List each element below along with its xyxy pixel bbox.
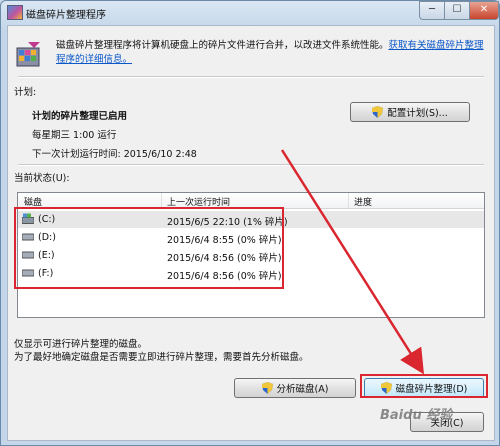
drive-icon bbox=[22, 251, 34, 259]
shield-icon bbox=[261, 382, 273, 394]
disk-row-d[interactable]: (D:) 2015/6/4 8:55 (0% 碎片) bbox=[18, 229, 484, 246]
schedule-frequency: 每星期三 1:00 运行 bbox=[32, 130, 117, 141]
last-run-time: 2015/6/5 22:10 (1% 碎片) bbox=[167, 217, 288, 228]
last-run-time: 2015/6/4 8:56 (0% 碎片) bbox=[167, 271, 282, 282]
disk-list[interactable]: 磁盘 上一次运行时间 进度 (C:) 2015/6/5 22:10 (1% 碎片… bbox=[17, 192, 485, 318]
window-title: 磁盘碎片整理程序 bbox=[26, 10, 106, 21]
configure-schedule-button[interactable]: 配置计划(S)... bbox=[350, 102, 470, 122]
disk-name: (C:) bbox=[38, 214, 56, 225]
close-window-button[interactable]: ✕ bbox=[469, 1, 499, 20]
maximize-button[interactable]: ☐ bbox=[444, 1, 470, 20]
drive-icon bbox=[22, 269, 34, 277]
defragment-disk-button[interactable]: 磁盘碎片整理(D) bbox=[364, 378, 484, 398]
title-bar[interactable]: 磁盘碎片整理程序 ─ ☐ ✕ bbox=[1, 1, 499, 23]
disk-row-c[interactable]: (C:) 2015/6/5 22:10 (1% 碎片) bbox=[18, 211, 484, 228]
current-status-label: 当前状态(U): bbox=[14, 173, 70, 184]
defrag-app-icon bbox=[7, 5, 23, 20]
intro-text: 磁盘碎片整理程序将计算机硬盘上的碎片文件进行合并，以改进文件系统性能。获取有关磁… bbox=[56, 40, 484, 65]
disk-name: (E:) bbox=[38, 250, 55, 261]
column-divider bbox=[161, 193, 162, 208]
column-divider bbox=[348, 193, 349, 208]
shield-icon bbox=[372, 106, 384, 118]
last-run-time: 2015/6/4 8:56 (0% 碎片) bbox=[167, 253, 282, 264]
watermark: Baidu 经验 bbox=[380, 408, 453, 423]
analyze-disk-button[interactable]: 分析磁盘(A) bbox=[234, 378, 356, 398]
drive-icon bbox=[22, 233, 34, 241]
next-run-time: 下一次计划运行时间: 2015/6/10 2:48 bbox=[32, 149, 197, 160]
system-drive-icon bbox=[22, 213, 34, 224]
divider bbox=[18, 164, 484, 166]
column-disk[interactable]: 磁盘 bbox=[24, 195, 42, 208]
column-progress[interactable]: 进度 bbox=[354, 195, 372, 208]
disk-list-header: 磁盘 上一次运行时间 进度 bbox=[18, 193, 484, 209]
disk-row-e[interactable]: (E:) 2015/6/4 8:56 (0% 碎片) bbox=[18, 247, 484, 264]
disk-name: (F:) bbox=[38, 268, 54, 279]
disk-row-f[interactable]: (F:) 2015/6/4 8:56 (0% 碎片) bbox=[18, 265, 484, 282]
minimize-button[interactable]: ─ bbox=[419, 1, 445, 20]
divider bbox=[18, 76, 484, 78]
shield-icon bbox=[380, 382, 392, 394]
defrag-note: 仅显示可进行碎片整理的磁盘。 bbox=[14, 339, 148, 350]
schedule-section-label: 计划: bbox=[14, 87, 37, 98]
dialog-body: 磁盘碎片整理程序将计算机硬盘上的碎片文件进行合并，以改进文件系统性能。获取有关磁… bbox=[7, 25, 495, 441]
analyze-note: 为了最好地确定磁盘是否需要立即进行碎片整理，需要首先分析磁盘。 bbox=[14, 352, 309, 363]
disk-name: (D:) bbox=[38, 232, 56, 243]
last-run-time: 2015/6/4 8:55 (0% 碎片) bbox=[167, 235, 282, 246]
schedule-status: 计划的碎片整理已启用 bbox=[32, 111, 128, 122]
column-last-run[interactable]: 上一次运行时间 bbox=[167, 195, 230, 208]
defrag-app-icon bbox=[16, 42, 40, 67]
defrag-window: 磁盘碎片整理程序 ─ ☐ ✕ 磁盘碎片整理程序将计算机硬盘上的碎片文件进行合并，… bbox=[0, 0, 500, 446]
